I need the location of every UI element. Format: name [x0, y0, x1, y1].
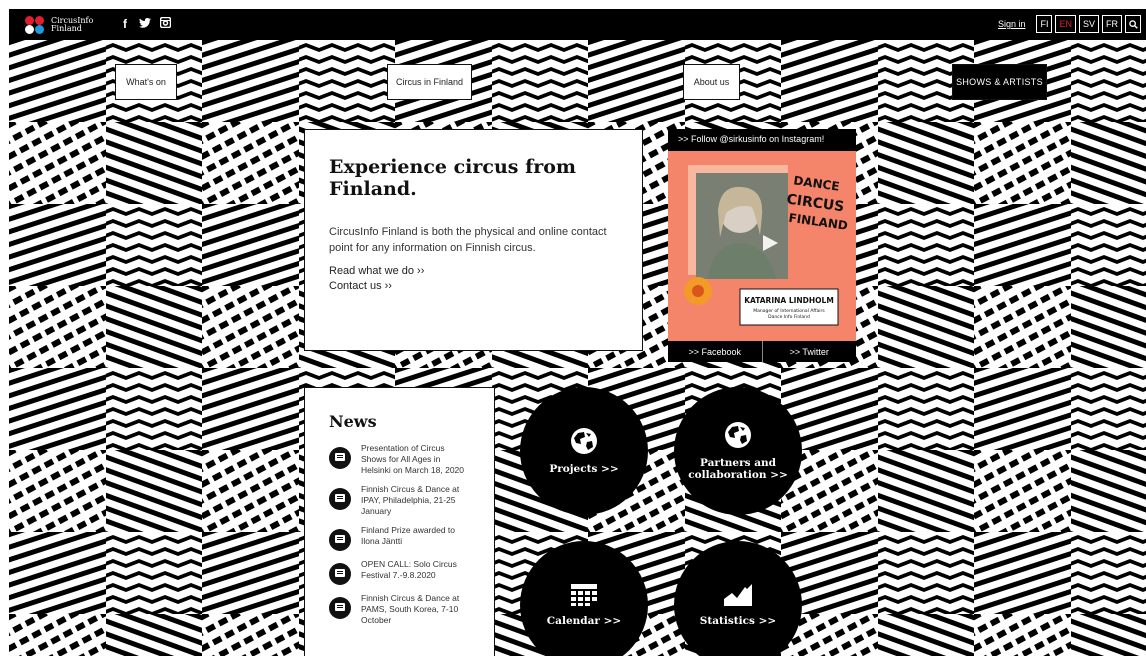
calendar-icon: [571, 584, 597, 606]
twitter-link[interactable]: >> Twitter: [763, 341, 857, 362]
nav-whats-on[interactable]: What's on: [115, 64, 177, 100]
news-item-text: Finnish Circus & Dance at IPAY, Philadel…: [361, 484, 460, 516]
nav-about-us[interactable]: About us: [683, 64, 740, 100]
news-item[interactable]: Finland Prize awarded to Ilona Jäntti: [329, 525, 470, 551]
chat-icon: [329, 529, 351, 551]
statistics-label: Statistics >>: [699, 615, 777, 627]
facebook-icon[interactable]: f: [119, 17, 131, 31]
hero-title: Experience circus from Finland.: [329, 156, 577, 200]
partners-tile[interactable]: Partners and collaboration >>: [674, 387, 802, 515]
nav-circus-in-finland[interactable]: Circus in Finland: [387, 64, 472, 100]
news-item-text: Finnish Circus & Dance at PAMS, South Ko…: [361, 593, 460, 625]
chart-icon: [724, 584, 752, 606]
instagram-widget: >> Follow @sirkusinfo on Instagram! DANC…: [668, 129, 856, 362]
news-title: News: [329, 412, 377, 431]
nav-shows-artists[interactable]: SHOWS & ARTISTS: [952, 64, 1047, 100]
news-item[interactable]: Finnish Circus & Dance at IPAY, Philadel…: [329, 484, 470, 517]
lang-en[interactable]: EN: [1055, 15, 1076, 33]
news-item[interactable]: Presentation of Circus Shows for All Age…: [329, 443, 470, 476]
news-item[interactable]: Finnish Circus & Dance at PAMS, South Ko…: [329, 593, 470, 626]
instagram-icon[interactable]: [159, 16, 171, 31]
instagram-post-image[interactable]: DANCE CIRCUS FINLAND KATARINA LINDHOLM M…: [668, 151, 856, 341]
lang-fr[interactable]: FR: [1102, 15, 1122, 33]
projects-label: Projects >>: [549, 463, 619, 475]
caption-role-1: Manager of International Affairs: [753, 308, 825, 314]
projects-tile[interactable]: Projects >>: [520, 387, 648, 515]
page: CircusInfo Finland f Sign in FI EN SV FR…: [9, 0, 1146, 656]
chat-icon: [329, 597, 351, 619]
caption-role-2: Dance Info Finland: [768, 314, 810, 320]
signin-link[interactable]: Sign in: [998, 19, 1026, 29]
globe-icon: [725, 422, 751, 448]
read-what-we-do-link[interactable]: Read what we do ››: [329, 264, 618, 279]
calendar-label: Calendar >>: [546, 615, 622, 627]
chat-icon: [329, 563, 351, 585]
lang-sv[interactable]: SV: [1078, 15, 1099, 33]
hero-card: Experience circus from Finland. CircusIn…: [304, 129, 643, 351]
chat-icon: [329, 488, 351, 510]
globe-icon: [571, 428, 597, 454]
instagram-footer: >> Facebook >> Twitter: [668, 341, 856, 362]
news-item-text: Presentation of Circus Shows for All Age…: [361, 443, 465, 475]
facebook-link[interactable]: >> Facebook: [668, 341, 763, 362]
logo-line2: Finland: [51, 24, 82, 33]
twitter-icon[interactable]: [139, 17, 151, 31]
social-links: f: [119, 16, 171, 31]
hero-body: CircusInfo Finland is both the physical …: [329, 226, 607, 254]
news-card: News Presentation of Circus Shows for Al…: [304, 387, 495, 656]
contact-us-link[interactable]: Contact us ››: [329, 279, 618, 294]
news-item[interactable]: OPEN CALL: Solo Circus Festival 7.-9.8.2…: [329, 559, 470, 585]
partners-label: Partners and collaboration >>: [688, 457, 788, 481]
news-item-text: Finland Prize awarded to Ilona Jäntti: [361, 525, 456, 546]
search-icon[interactable]: [1125, 15, 1141, 33]
news-item-text: OPEN CALL: Solo Circus Festival 7.-9.8.2…: [361, 559, 457, 580]
chat-icon: [329, 447, 351, 469]
header-right: Sign in FI EN SV FR: [998, 15, 1141, 33]
caption-name: KATARINA LINDHOLM: [744, 296, 834, 305]
logo[interactable]: CircusInfo Finland: [25, 16, 93, 34]
instagram-follow-link[interactable]: >> Follow @sirkusinfo on Instagram!: [668, 129, 856, 151]
logo-dots: [25, 16, 45, 34]
lang-fi[interactable]: FI: [1036, 15, 1053, 33]
top-bar: CircusInfo Finland f Sign in FI EN SV FR: [9, 9, 1146, 40]
